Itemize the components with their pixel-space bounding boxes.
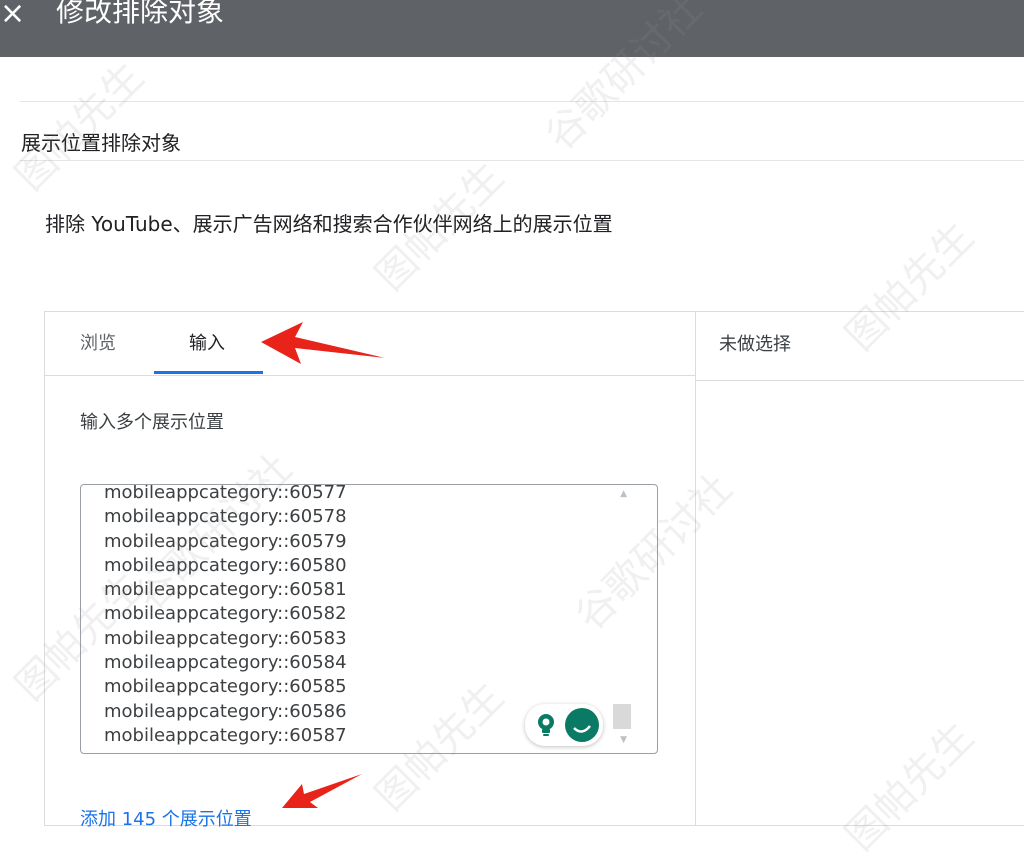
input-label: 输入多个展示位置	[80, 412, 224, 433]
section-subtitle: 排除 YouTube、展示广告网络和搜索合作伙伴网络上的展示位置	[45, 212, 613, 236]
scrollbar-thumb[interactable]	[613, 704, 631, 729]
textarea-line: mobileappcategory::60586	[104, 700, 347, 722]
annotation-arrow	[282, 774, 362, 808]
annotation-arrow	[261, 322, 385, 364]
tab-enter[interactable]: 输入	[189, 332, 225, 356]
tab-browse[interactable]: 浏览	[80, 332, 116, 356]
extension-widget[interactable]	[525, 704, 603, 746]
selection-header: 未做选择	[696, 312, 1024, 381]
divider	[20, 160, 1024, 161]
divider	[20, 101, 1024, 102]
active-tab-indicator	[154, 371, 263, 374]
textarea-line: mobileappcategory::60585	[104, 676, 347, 698]
dialog-header: × 修改排除对象	[0, 0, 1024, 57]
textarea-line: mobileappcategory::60580	[104, 554, 347, 576]
add-placements-link[interactable]: 添加 145 个展示位置	[80, 808, 252, 832]
selection-panel: 未做选择	[695, 311, 1024, 826]
textarea-line: mobileappcategory::60577	[104, 484, 347, 503]
lightbulb-icon[interactable]	[531, 710, 561, 740]
close-icon[interactable]: ×	[0, 0, 25, 34]
placement-input-panel: 浏览 输入 输入多个展示位置 mobileappcategory::60577 …	[44, 311, 695, 830]
scroll-down-icon[interactable]: ▼	[620, 735, 627, 745]
assistant-icon[interactable]	[565, 708, 599, 742]
dialog-title: 修改排除对象	[56, 0, 225, 28]
scroll-up-icon[interactable]: ▲	[620, 489, 627, 499]
selection-title: 未做选择	[719, 334, 791, 355]
textarea-line: mobileappcategory::60584	[104, 652, 347, 674]
textarea-line: mobileappcategory::60582	[104, 603, 347, 625]
textarea-content: mobileappcategory::60577 mobileappcatego…	[104, 485, 347, 748]
textarea-line: mobileappcategory::60583	[104, 627, 347, 649]
textarea-line: mobileappcategory::60578	[104, 506, 347, 528]
textarea-line: mobileappcategory::60581	[104, 579, 347, 601]
section-title: 展示位置排除对象	[21, 131, 181, 155]
watermark-text: 图帕先生	[7, 53, 153, 200]
textarea-line: mobileappcategory::60587	[104, 724, 347, 746]
placements-textarea[interactable]: mobileappcategory::60577 mobileappcatego…	[80, 484, 658, 754]
textarea-line: mobileappcategory::60579	[104, 530, 347, 552]
